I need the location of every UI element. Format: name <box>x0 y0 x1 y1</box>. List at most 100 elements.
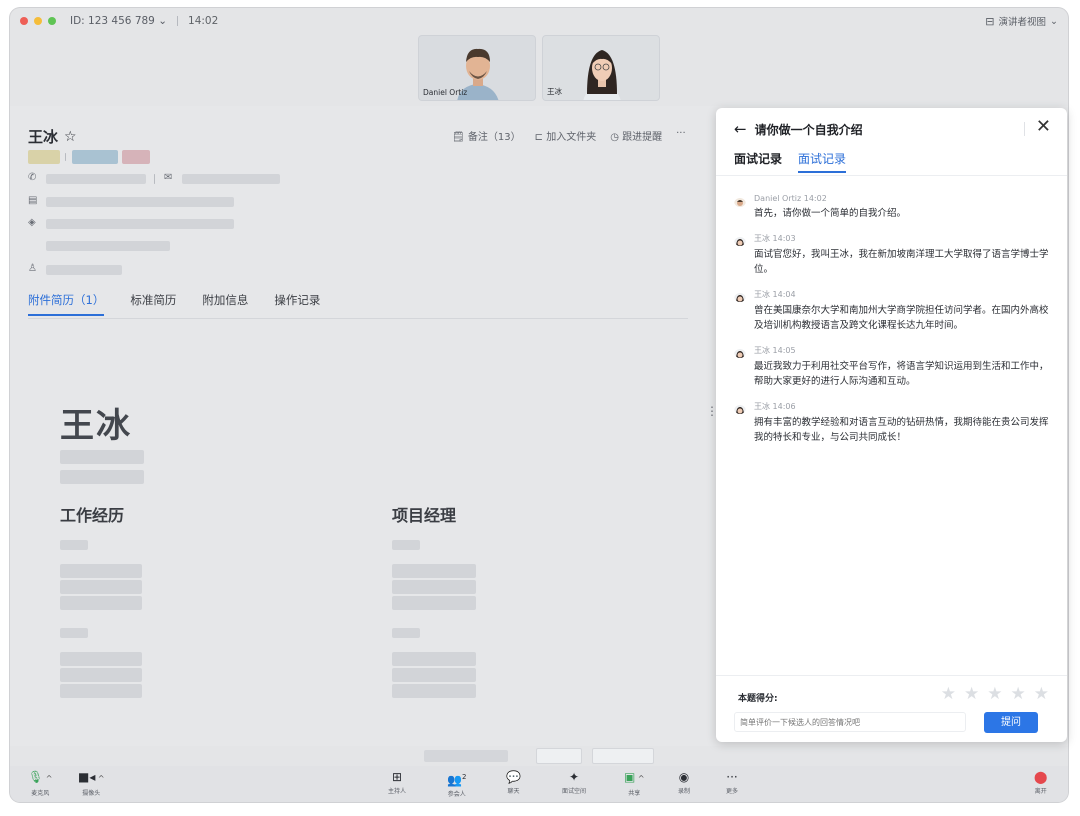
view-mode-select[interactable]: ⊟ 演讲者视图 ⌄ <box>985 8 1058 34</box>
chat-icon: 💬 <box>506 770 521 784</box>
info-placeholder <box>46 265 122 275</box>
resume-placeholder <box>60 450 144 464</box>
section-work-experience: 工作经历 <box>60 506 125 525</box>
maximize-window-button[interactable] <box>48 17 56 25</box>
minimize-window-button[interactable] <box>34 17 42 25</box>
chat-button[interactable]: 💬 聊天 <box>506 770 521 795</box>
participant-name: 王冰 <box>547 87 562 96</box>
info-placeholder <box>46 197 234 207</box>
avatar <box>734 402 746 414</box>
record-button[interactable]: ◉ 录制 <box>678 770 690 795</box>
share-button[interactable]: ▣ ^ 共享 <box>624 770 645 797</box>
mail-icon: ✉ <box>164 172 173 183</box>
tab-operation-log[interactable]: 操作记录 <box>274 292 320 308</box>
list-item: 王冰 14:05 最近我致力于利用社交平台写作，将语言学知识运用到生活和工作中，… <box>734 345 1050 389</box>
alarm-icon: ◷ <box>610 132 619 143</box>
resume-placeholder <box>392 564 476 578</box>
footer-placeholder <box>536 748 582 764</box>
list-item: 王冰 14:06 拥有丰富的教学经验和对语言互动的钻研热情，我期待能在贵公司发挥… <box>734 401 1050 445</box>
star-icon[interactable]: ★ <box>1011 684 1026 704</box>
resume-placeholder <box>392 596 476 610</box>
resume-placeholder <box>60 540 88 550</box>
more-button[interactable]: ··· <box>676 128 686 143</box>
tag-yellow <box>28 150 60 164</box>
drawer-tabs: 面试记录 面试记录 <box>734 150 847 173</box>
star-icon[interactable]: ★ <box>1034 684 1049 704</box>
leave-button[interactable]: ⬤ 离开 <box>1034 770 1047 795</box>
resume-placeholder <box>60 596 142 610</box>
tab-attachment-resume[interactable]: 附件简历（1） <box>28 292 105 316</box>
close-window-button[interactable] <box>20 17 28 25</box>
message-list: Daniel Ortiz 14:02 首先，请你做一个简单的自我介绍。 王冰 1… <box>734 194 1050 457</box>
tab-standard-resume[interactable]: 标准简历 <box>130 292 176 308</box>
camera-button[interactable]: ■◂ ^ 摄像头 <box>78 770 105 797</box>
host-label: 主持人 <box>388 788 407 795</box>
interview-space-button[interactable]: ✦ 面试空间 <box>562 770 586 795</box>
phone-placeholder <box>46 174 146 184</box>
close-icon[interactable]: ✕ <box>1036 116 1051 137</box>
tab-interview-record-active[interactable]: 面试记录 <box>798 150 847 173</box>
star-outline-icon[interactable]: ☆ <box>64 129 77 145</box>
interview-space-label: 面试空间 <box>562 788 587 795</box>
camera-label: 摄像头 <box>82 790 101 797</box>
badge-icon: ◈ <box>28 217 36 228</box>
back-arrow-icon[interactable]: ← <box>734 120 747 138</box>
leave-phone-icon: ⬤ <box>1034 770 1048 784</box>
layout-icon: ⊟ <box>985 14 995 28</box>
more-label: 更多 <box>726 788 739 795</box>
resume-placeholder <box>60 470 144 484</box>
host-button[interactable]: ⊞ 主持人 <box>388 770 406 795</box>
more-button[interactable]: ··· 更多 <box>726 770 738 795</box>
footer-placeholder <box>592 748 654 764</box>
tag-pink <box>122 150 150 164</box>
message-meta: Daniel Ortiz 14:02 <box>754 194 827 203</box>
list-item: Daniel Ortiz 14:02 首先，请你做一个简单的自我介绍。 <box>734 194 1050 221</box>
email-placeholder <box>182 174 280 184</box>
title-bar: ID: 123 456 789 ⌄ 14:02 ⊟ 演讲者视图 ⌄ <box>10 8 1068 34</box>
meeting-id[interactable]: ID: 123 456 789 ⌄ <box>70 15 167 27</box>
video-tile-daniel[interactable]: Daniel Ortiz <box>418 35 536 101</box>
avatar <box>734 346 746 358</box>
resume-placeholder <box>392 628 420 638</box>
participants-label: 参会人 <box>447 791 466 798</box>
candidate-actions: 🗒 备注（13） ⊏ 加入文件夹 ◷ 跟进提醒 ··· <box>452 128 686 143</box>
tab-underline <box>28 318 688 319</box>
share-label: 共享 <box>628 790 641 797</box>
resume-placeholder <box>392 684 476 698</box>
video-tile-wangbing[interactable]: 王冰 <box>542 35 660 101</box>
meeting-id-text: ID: 123 456 789 <box>70 15 155 27</box>
star-rating[interactable]: ★ ★ ★ ★ ★ <box>941 684 1049 704</box>
message-meta: 王冰 14:04 <box>754 290 796 299</box>
resume-placeholder <box>60 564 142 578</box>
record-label: 录制 <box>678 788 691 795</box>
resume-placeholder <box>392 540 420 550</box>
resume-placeholder <box>60 580 142 594</box>
divider <box>1024 122 1025 136</box>
tab-interview-record[interactable]: 面试记录 <box>734 150 782 167</box>
tab-divider <box>716 175 1067 176</box>
participants-button[interactable]: 👥2 参会人 <box>447 770 466 798</box>
ask-question-button[interactable]: 提问 <box>984 712 1038 733</box>
section-project-manager: 项目经理 <box>392 506 457 525</box>
notes-button[interactable]: 🗒 备注（13） <box>452 128 521 143</box>
participants-count: 2 <box>461 773 467 781</box>
star-icon[interactable]: ★ <box>941 684 956 704</box>
message-text: 最近我致力于利用社交平台写作，将语言学知识运用到生活和工作中，帮助大家更好的进行… <box>754 361 1049 387</box>
tab-additional-info[interactable]: 附加信息 <box>202 292 248 308</box>
meeting-time: 14:02 <box>188 15 219 27</box>
star-icon[interactable]: ★ <box>964 684 979 704</box>
resume-placeholder <box>392 652 476 666</box>
divider <box>177 16 179 26</box>
view-mode-label: 演讲者视图 <box>998 17 1047 28</box>
interview-space-icon: ✦ <box>568 770 580 784</box>
follow-up-button[interactable]: ◷ 跟进提醒 <box>610 128 662 143</box>
note-icon: 🗒 <box>452 132 465 143</box>
evaluation-input[interactable] <box>734 712 966 732</box>
star-icon[interactable]: ★ <box>987 684 1002 704</box>
resume-placeholder <box>60 652 142 666</box>
add-folder-button[interactable]: ⊏ 加入文件夹 <box>535 128 597 143</box>
video-strip: Daniel Ortiz 王冰 <box>418 35 660 101</box>
mic-button[interactable]: 🎙 ^ 麦克风 <box>28 770 52 797</box>
record-icon: ◉ <box>678 770 690 784</box>
message-meta: 王冰 14:03 <box>754 234 796 243</box>
